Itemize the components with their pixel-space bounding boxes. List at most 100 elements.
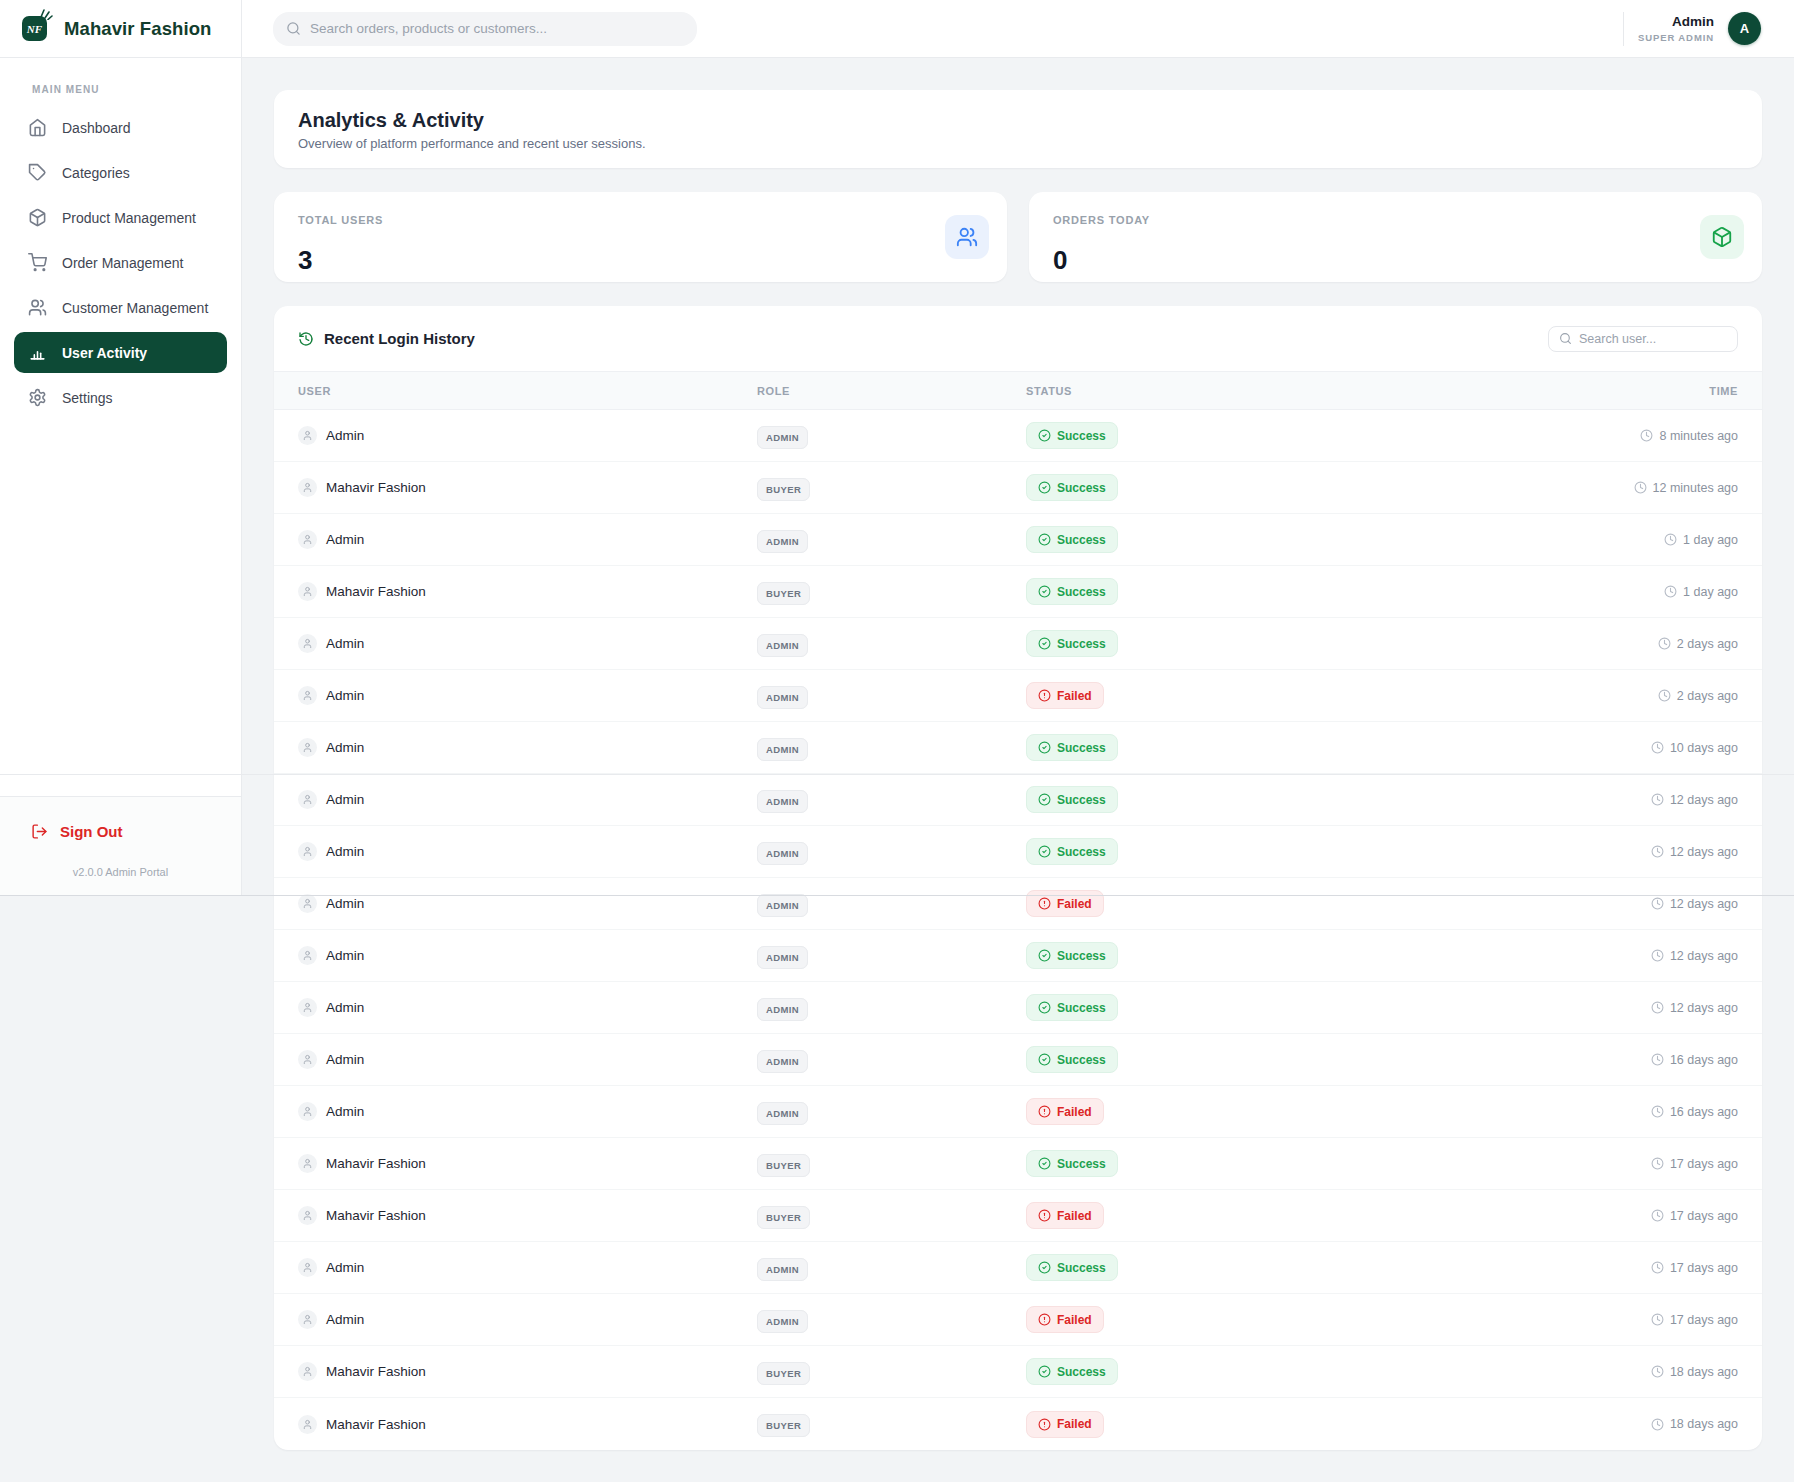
brand-name: Mahavir Fashion (64, 18, 211, 40)
status-cell: Success (1026, 786, 1578, 813)
time-cell: 12 days ago (1578, 845, 1738, 859)
time-text: 2 days ago (1677, 689, 1738, 703)
header-user-area: Admin SUPER ADMIN A (1623, 12, 1761, 46)
time-text: 17 days ago (1670, 1313, 1738, 1327)
role-badge: ADMIN (757, 1102, 808, 1125)
home-icon (28, 118, 47, 137)
alert-circle-icon (1038, 1105, 1051, 1118)
clock-icon (1651, 1261, 1664, 1274)
status-badge: Success (1026, 474, 1118, 501)
avatar[interactable]: A (1728, 12, 1761, 45)
time-text: 16 days ago (1670, 1053, 1738, 1067)
user-cell: Admin (298, 842, 757, 861)
sidebar-item-order-management[interactable]: Order Management (14, 242, 227, 283)
role-badge: BUYER (757, 1154, 810, 1177)
role-cell: ADMIN (757, 1103, 1026, 1121)
sidebar-item-user-activity[interactable]: User Activity (14, 332, 227, 373)
user-icon (298, 582, 317, 601)
login-history-card: Recent Login History USER ROLE STATUS TI… (274, 306, 1762, 1450)
stat-label: TOTAL USERS (298, 214, 383, 226)
header-user-name: Admin (1638, 14, 1714, 30)
time-text: 12 days ago (1670, 949, 1738, 963)
role-badge: ADMIN (757, 426, 808, 449)
login-history-row: Mahavir FashionBUYERFailed18 days ago (274, 1398, 1762, 1450)
clock-icon (1651, 1418, 1664, 1431)
login-history-row: Mahavir FashionBUYERFailed17 days ago (274, 1190, 1762, 1242)
time-cell: 18 days ago (1578, 1365, 1738, 1379)
sign-out-button[interactable]: Sign Out (16, 823, 225, 840)
role-badge: ADMIN (757, 894, 808, 917)
status-text: Failed (1057, 1417, 1092, 1431)
global-search[interactable] (273, 12, 697, 46)
app-header: NF Mahavir Fashion Admin SUPER ADMIN A (0, 0, 1794, 58)
user-cell: Admin (298, 894, 757, 913)
role-cell: BUYER (757, 479, 1026, 497)
status-cell: Success (1026, 1046, 1578, 1073)
status-text: Success (1057, 481, 1106, 495)
status-badge: Success (1026, 942, 1118, 969)
global-search-input[interactable] (310, 21, 684, 36)
user-cell: Admin (298, 686, 757, 705)
time-cell: 12 days ago (1578, 949, 1738, 963)
user-name: Admin (326, 896, 364, 911)
login-history-row: AdminADMINSuccess10 days ago (274, 722, 1762, 774)
stat-label: ORDERS TODAY (1053, 214, 1150, 226)
user-name: Admin (326, 844, 364, 859)
user-search[interactable] (1548, 326, 1738, 352)
sidebar-item-label: User Activity (62, 345, 147, 361)
role-cell: ADMIN (757, 635, 1026, 653)
user-cell: Mahavir Fashion (298, 1206, 757, 1225)
clock-icon (1651, 1313, 1664, 1326)
login-history-title: Recent Login History (324, 330, 475, 347)
role-badge: ADMIN (757, 1310, 808, 1333)
status-badge: Failed (1026, 1306, 1104, 1333)
status-cell: Success (1026, 942, 1578, 969)
status-cell: Success (1026, 630, 1578, 657)
login-history-row: AdminADMINSuccess8 minutes ago (274, 410, 1762, 462)
screenshot-seam-1 (0, 774, 1794, 775)
user-cell: Mahavir Fashion (298, 478, 757, 497)
alert-circle-icon (1038, 1418, 1051, 1431)
user-cell: Admin (298, 946, 757, 965)
role-cell: ADMIN (757, 791, 1026, 809)
login-history-row: Mahavir FashionBUYERSuccess12 minutes ag… (274, 462, 1762, 514)
role-badge: ADMIN (757, 1258, 808, 1281)
status-cell: Success (1026, 474, 1578, 501)
time-text: 1 day ago (1683, 533, 1738, 547)
time-cell: 8 minutes ago (1578, 429, 1738, 443)
sidebar-item-customer-management[interactable]: Customer Management (14, 287, 227, 328)
user-name: Mahavir Fashion (326, 584, 426, 599)
user-name: Admin (326, 428, 364, 443)
status-cell: Success (1026, 838, 1578, 865)
table-body: AdminADMINSuccess8 minutes agoMahavir Fa… (274, 410, 1762, 1450)
screenshot-seam-2 (0, 895, 1794, 896)
user-icon (298, 426, 317, 445)
user-icon (298, 842, 317, 861)
status-badge: Success (1026, 1046, 1118, 1073)
sidebar-item-dashboard[interactable]: Dashboard (14, 107, 227, 148)
status-cell: Success (1026, 526, 1578, 553)
time-cell: 18 days ago (1578, 1417, 1738, 1431)
time-text: 18 days ago (1670, 1365, 1738, 1379)
sidebar-item-label: Product Management (62, 210, 196, 226)
sidebar-item-categories[interactable]: Categories (14, 152, 227, 193)
login-history-row: AdminADMINFailed17 days ago (274, 1294, 1762, 1346)
sidebar-item-settings[interactable]: Settings (14, 377, 227, 418)
status-badge: Failed (1026, 682, 1104, 709)
status-cell: Failed (1026, 682, 1578, 709)
user-name: Admin (326, 532, 364, 547)
status-cell: Success (1026, 734, 1578, 761)
user-icon (298, 1154, 317, 1173)
user-cell: Admin (298, 426, 757, 445)
sidebar-section-label: MAIN MENU (32, 84, 227, 95)
user-search-input[interactable] (1579, 332, 1727, 346)
clock-icon (1634, 481, 1647, 494)
login-history-row: AdminADMINSuccess16 days ago (274, 1034, 1762, 1086)
sidebar-item-product-management[interactable]: Product Management (14, 197, 227, 238)
role-cell: BUYER (757, 1155, 1026, 1173)
user-cell: Mahavir Fashion (298, 582, 757, 601)
login-history-row: Mahavir FashionBUYERSuccess18 days ago (274, 1346, 1762, 1398)
check-circle-icon (1038, 533, 1051, 546)
role-cell: ADMIN (757, 1311, 1026, 1329)
time-cell: 16 days ago (1578, 1053, 1738, 1067)
